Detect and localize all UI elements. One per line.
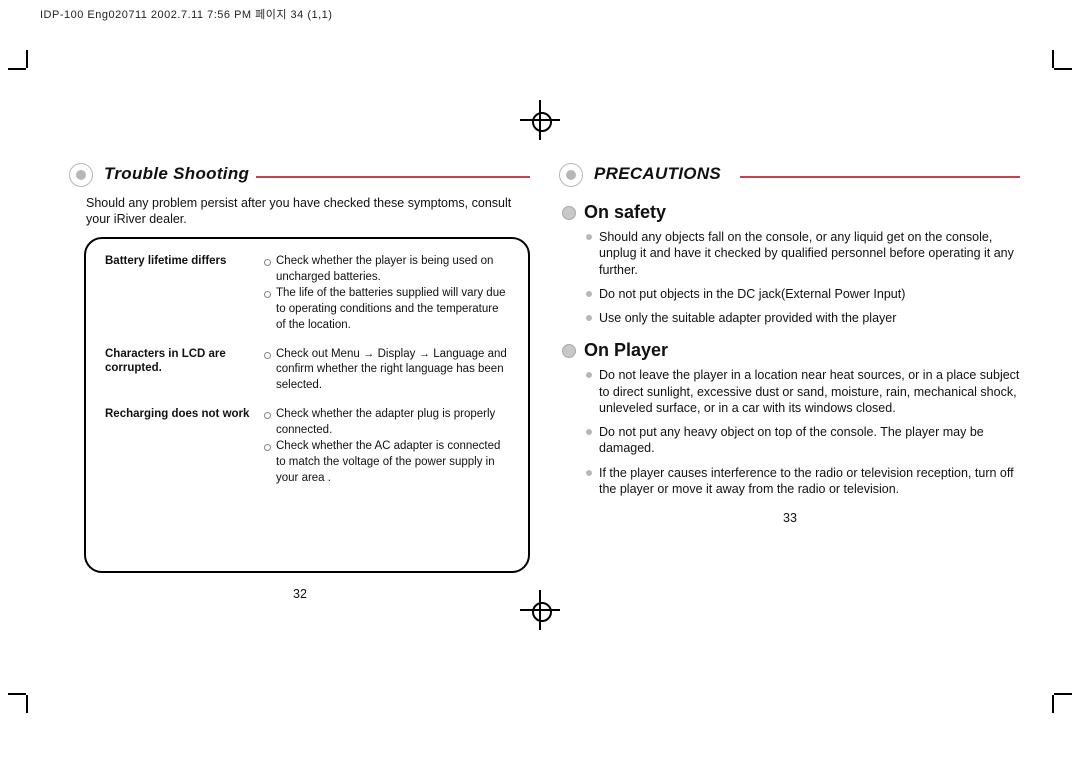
list-item: Do not put any heavy object on top of th…	[586, 424, 1020, 457]
subsection-title: On safety	[584, 202, 666, 222]
list-item: Should any objects fall on the console, …	[586, 229, 1020, 278]
subsection-heading: On safety	[560, 202, 1020, 223]
section-header: Trouble Shooting	[70, 160, 530, 188]
page-number: 32	[70, 587, 530, 601]
table-row: Recharging does not work Check whether t…	[104, 406, 510, 498]
list-item: Use only the suitable adapter provided w…	[586, 310, 1020, 326]
list-item: Do not leave the player in a location ne…	[586, 367, 1020, 416]
list-item: If the player causes interference to the…	[586, 465, 1020, 498]
list-item: The life of the batteries supplied will …	[264, 286, 509, 334]
symptom-label: Recharging does not work	[104, 406, 263, 498]
symptom-label: Characters in LCD are corrupted.	[104, 346, 263, 407]
list-item: Check whether the player is being used o…	[264, 254, 509, 286]
registration-mark-top-icon	[520, 100, 560, 140]
precaution-list: Should any objects fall on the console, …	[560, 229, 1020, 326]
remedy-list: Check whether the player is being used o…	[264, 254, 509, 333]
page-right: PRECAUTIONS On safety Should any objects…	[560, 160, 1020, 525]
table-row: Battery lifetime differs Check whether t…	[104, 253, 510, 345]
subsection-title: On Player	[584, 340, 668, 360]
list-item: Do not put objects in the DC jack(Extern…	[586, 286, 1020, 302]
section-rule	[740, 176, 1020, 178]
page-number: 33	[560, 511, 1020, 525]
section-title: PRECAUTIONS	[594, 164, 721, 184]
section-header: PRECAUTIONS	[560, 160, 1020, 188]
print-job-header: IDP-100 Eng020711 2002.7.11 7:56 PM 페이지 …	[40, 6, 332, 22]
table-row: Characters in LCD are corrupted. Check o…	[104, 346, 510, 407]
bullet-ornament-icon	[556, 160, 586, 190]
precaution-list: Do not leave the player in a location ne…	[560, 367, 1020, 497]
section-intro: Should any problem persist after you hav…	[86, 196, 530, 227]
manual-spread: Trouble Shooting Should any problem pers…	[70, 160, 1010, 600]
remedy-list: Check whether the adapter plug is proper…	[264, 407, 509, 486]
list-item: Check out Menu → Display → Language and …	[264, 347, 509, 395]
symptom-label: Battery lifetime differs	[104, 253, 263, 345]
section-rule	[256, 176, 530, 178]
list-item: Check whether the AC adapter is connecte…	[264, 439, 509, 487]
subsection-bullet-icon	[562, 344, 576, 358]
troubleshoot-panel: Battery lifetime differs Check whether t…	[84, 237, 530, 573]
page-left: Trouble Shooting Should any problem pers…	[70, 160, 530, 601]
remedy-list: Check out Menu → Display → Language and …	[264, 347, 509, 395]
subsection-bullet-icon	[562, 206, 576, 220]
section-title: Trouble Shooting	[104, 164, 249, 184]
subsection-heading: On Player	[560, 340, 1020, 361]
bullet-ornament-icon	[66, 160, 96, 190]
list-item: Check whether the adapter plug is proper…	[264, 407, 509, 439]
